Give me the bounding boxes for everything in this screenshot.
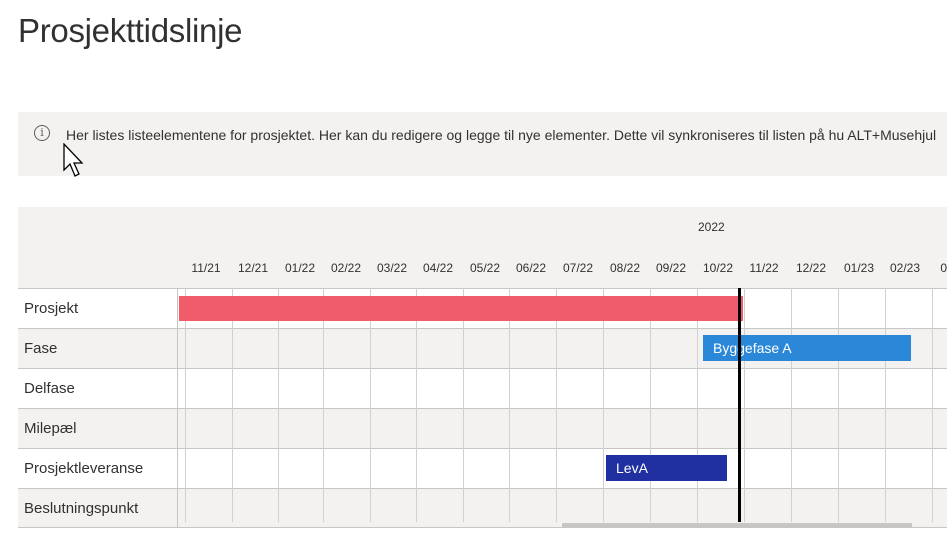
info-message-bar: i Her listes listeelementene for prosjek… [18, 112, 947, 176]
row-label-milepael: Milepæl [18, 409, 178, 448]
today-marker [738, 288, 741, 522]
month-label: 11/21 [191, 261, 221, 275]
grid-line [323, 288, 324, 522]
info-message-text: Her listes listeelementene for prosjekte… [66, 127, 937, 143]
month-label: 12/22 [795, 261, 827, 275]
month-label: 01/22 [284, 261, 316, 275]
month-label: 06/22 [515, 261, 547, 275]
grid-line [509, 288, 510, 522]
row-label-delfase: Delfase [18, 369, 178, 408]
month-label: 12/21 [237, 261, 269, 275]
timeline-row: Beslutningspunkt [18, 488, 947, 528]
month-label: 02/22 [330, 261, 362, 275]
project-bar[interactable] [179, 296, 743, 321]
grid-line [278, 288, 279, 522]
grid-line [185, 288, 186, 522]
grid-line [603, 288, 604, 522]
month-label: 07/22 [562, 261, 594, 275]
phase-bar-byggefase-a[interactable]: Byggefase A [703, 335, 911, 361]
grid-line [932, 288, 933, 522]
grid-line [650, 288, 651, 522]
project-timeline[interactable]: 2022 11/21 12/21 01/22 02/22 03/22 04/22… [18, 207, 947, 545]
month-label: 03/22 [376, 261, 408, 275]
month-label: 01/23 [843, 261, 875, 275]
month-label: 10/22 [702, 261, 734, 275]
page-title: Prosjekttidslinje [18, 12, 243, 49]
info-icon: i [34, 125, 50, 141]
month-label: 04/22 [422, 261, 454, 275]
month-label: 03 [940, 261, 947, 275]
grid-line [697, 288, 698, 522]
month-label: 09/22 [655, 261, 687, 275]
timeline-month-header: 11/21 12/21 01/22 02/22 03/22 04/22 05/2… [178, 247, 947, 288]
timeline-row: Milepæl [18, 408, 947, 448]
timeline-row: Prosjektleveranse [18, 448, 947, 488]
timeline-sidebar-header [18, 207, 178, 288]
mouse-cursor-icon [63, 143, 84, 177]
row-label-prosjektleveranse: Prosjektleveranse [18, 449, 178, 488]
month-label: 08/22 [609, 261, 641, 275]
grid-line [791, 288, 792, 522]
timeline-year-header: 2022 [178, 207, 947, 247]
grid-line [838, 288, 839, 522]
row-label-prosjekt: Prosjekt [18, 289, 178, 328]
row-label-beslutningspunkt: Beslutningspunkt [18, 489, 178, 528]
year-label: 2022 [698, 220, 725, 234]
month-label: 05/22 [469, 261, 501, 275]
grid-line [885, 288, 886, 522]
deliverable-bar-leva[interactable]: LevA [606, 455, 727, 481]
grid-line [463, 288, 464, 522]
grid-line [370, 288, 371, 522]
horizontal-scrollbar[interactable] [562, 523, 912, 528]
month-label: 02/23 [889, 261, 921, 275]
grid-line [744, 288, 745, 522]
month-label: 11/22 [749, 261, 779, 275]
grid-line [416, 288, 417, 522]
timeline-row: Delfase [18, 368, 947, 408]
row-label-fase: Fase [18, 329, 178, 368]
grid-line [232, 288, 233, 522]
grid-line [556, 288, 557, 522]
